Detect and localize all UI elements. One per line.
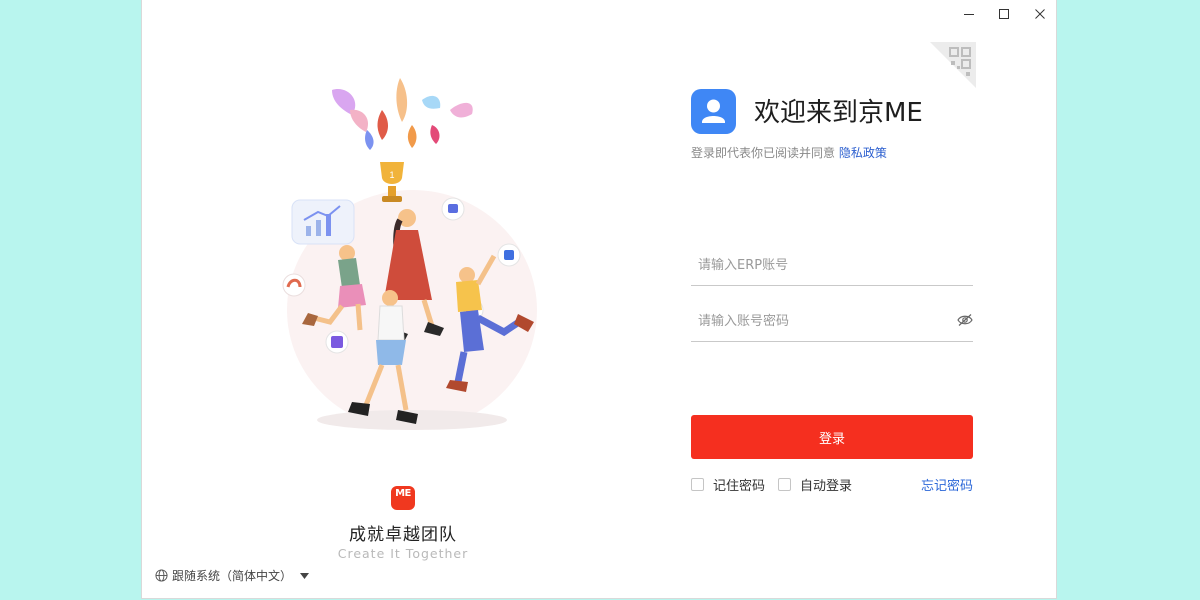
auto-login-label: 自动登录: [800, 479, 853, 494]
minimize-button[interactable]: [956, 4, 982, 24]
close-icon: [1035, 9, 1045, 19]
caret-down-icon: [300, 572, 310, 579]
brand-logo: ME: [391, 486, 415, 510]
brand-logo-text: ME: [395, 488, 411, 499]
slogan-chinese: 成就卓越团队: [349, 525, 457, 545]
agreement-prefix: 登录即代表你已阅读并同意: [691, 146, 836, 160]
welcome-title: 欢迎来到京ME: [754, 98, 923, 128]
remember-password-label: 记住密码: [713, 479, 766, 494]
slogan-english: Create It Together: [337, 546, 469, 561]
checkbox-box[interactable]: [778, 478, 791, 491]
checkbox-box[interactable]: [691, 478, 704, 491]
login-button[interactable]: 登录: [691, 415, 973, 459]
svg-text:1: 1: [389, 170, 394, 180]
language-selector-label: 跟随系统（简体中文）: [172, 569, 293, 583]
password-input[interactable]: [691, 301, 938, 341]
erp-account-input[interactable]: [691, 245, 938, 285]
minimize-icon: [964, 14, 974, 15]
password-field: [691, 301, 973, 342]
login-window: 1 ME 成就卓越团队 Create It Together 跟随系统（简体中文…: [141, 0, 1057, 599]
language-selector[interactable]: 跟随系统（简体中文）: [155, 567, 310, 584]
close-button[interactable]: [1027, 4, 1053, 24]
user-icon: [702, 99, 725, 123]
privacy-policy-link[interactable]: 隐私政策: [839, 146, 887, 160]
erp-account-field: [691, 245, 973, 286]
auto-login-checkbox[interactable]: 自动登录: [778, 475, 852, 494]
eye-off-icon[interactable]: [957, 313, 973, 327]
avatar: [691, 89, 736, 134]
remember-password-checkbox[interactable]: 记住密码: [691, 475, 765, 494]
team-celebration-illustration: 1: [282, 78, 537, 430]
agreement-text: 登录即代表你已阅读并同意 隐私政策: [691, 144, 887, 161]
maximize-button[interactable]: [991, 4, 1017, 24]
forgot-password-link[interactable]: 忘记密码: [921, 475, 973, 494]
globe-icon: [155, 569, 168, 582]
qr-login-corner-icon[interactable]: [930, 42, 976, 88]
maximize-icon: [999, 9, 1009, 19]
